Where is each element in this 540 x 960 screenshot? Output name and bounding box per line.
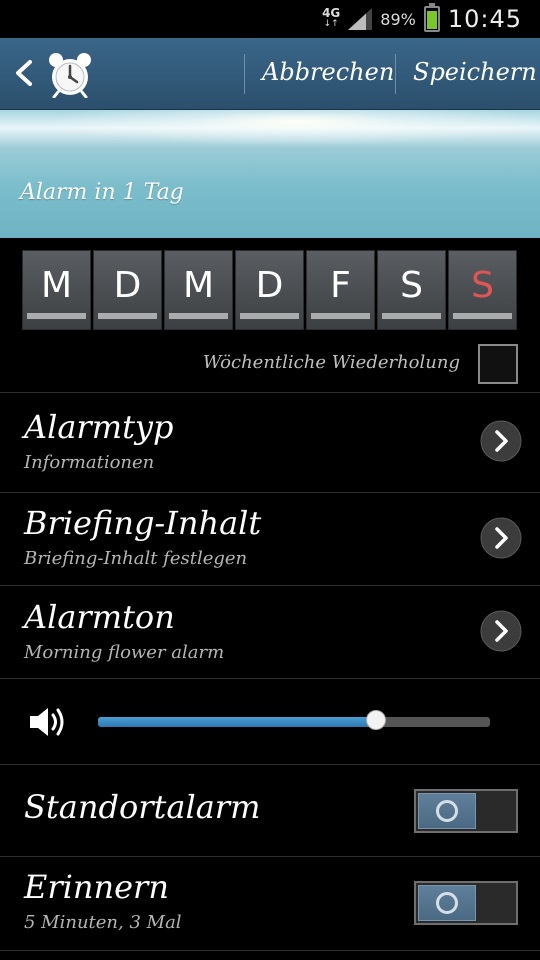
day-label: F bbox=[330, 265, 351, 306]
day-label: S bbox=[400, 265, 423, 306]
signal-icon bbox=[348, 8, 373, 30]
day-indicator bbox=[240, 313, 299, 319]
setting-subtitle: Morning flower alarm bbox=[24, 642, 225, 663]
toggle-off-icon bbox=[436, 892, 458, 914]
divider bbox=[0, 585, 540, 586]
setting-title: Alarmton bbox=[24, 598, 175, 636]
day-button-sunday[interactable]: S bbox=[448, 250, 517, 330]
day-indicator bbox=[169, 313, 228, 319]
day-label: S bbox=[471, 265, 494, 306]
volume-slider-thumb[interactable] bbox=[366, 710, 387, 730]
setting-title: Briefing-Inhalt bbox=[24, 504, 262, 542]
setting-subtitle: Informationen bbox=[24, 452, 155, 473]
divider bbox=[0, 392, 540, 393]
day-button-friday[interactable]: F bbox=[306, 250, 375, 330]
chevron-right-icon[interactable] bbox=[480, 610, 522, 652]
toggle-knob bbox=[418, 885, 476, 921]
save-button[interactable]: Speichern bbox=[413, 58, 537, 86]
day-button-monday[interactable]: M bbox=[22, 250, 91, 330]
erinnern-toggle[interactable] bbox=[414, 881, 518, 925]
day-button-tuesday[interactable]: D bbox=[93, 250, 162, 330]
chevron-right-icon[interactable] bbox=[480, 517, 522, 559]
setting-title: Alarmtyp bbox=[24, 408, 174, 446]
chevron-left-icon[interactable] bbox=[12, 56, 36, 90]
day-label: D bbox=[113, 265, 142, 306]
day-button-thursday[interactable]: D bbox=[235, 250, 304, 330]
network-indicator: 4G ↓↑ bbox=[322, 6, 341, 30]
divider bbox=[0, 492, 540, 493]
day-indicator bbox=[98, 313, 157, 319]
action-bar: Abbrechen Speichern bbox=[0, 38, 540, 110]
toggle-off-icon bbox=[436, 800, 458, 822]
speaker-icon bbox=[30, 708, 64, 736]
toggle-knob bbox=[418, 793, 476, 829]
network-type: 4G bbox=[322, 6, 341, 20]
data-arrows-icon: ↓↑ bbox=[323, 19, 339, 29]
day-button-wednesday[interactable]: M bbox=[164, 250, 233, 330]
divider bbox=[0, 764, 540, 765]
day-button-saturday[interactable]: S bbox=[377, 250, 446, 330]
banner-sky-image bbox=[0, 110, 540, 150]
divider bbox=[0, 856, 540, 857]
alarm-countdown-text: Alarm in 1 Tag bbox=[20, 180, 184, 205]
battery-icon bbox=[423, 3, 440, 32]
volume-fill bbox=[98, 717, 377, 727]
day-indicator bbox=[311, 313, 370, 319]
day-indicator bbox=[382, 313, 441, 319]
actionbar-divider bbox=[244, 54, 245, 94]
setting-title: Erinnern bbox=[24, 868, 169, 906]
status-bar: 4G ↓↑ 89% 10:45 bbox=[0, 0, 540, 38]
volume-slider[interactable] bbox=[98, 717, 490, 727]
day-indicator bbox=[453, 313, 512, 319]
day-label: M bbox=[40, 265, 73, 306]
divider bbox=[0, 678, 540, 679]
alarm-clock-icon bbox=[49, 53, 91, 98]
battery-level-fill bbox=[426, 11, 437, 29]
divider bbox=[0, 950, 540, 951]
alarm-banner: Alarm in 1 Tag bbox=[0, 110, 540, 238]
setting-subtitle: Briefing-Inhalt festlegen bbox=[24, 548, 248, 569]
battery-percent: 89% bbox=[380, 9, 416, 29]
standortalarm-toggle[interactable] bbox=[414, 789, 518, 833]
weekly-repeat-label: Wöchentliche Wiederholung bbox=[202, 352, 460, 373]
weekly-repeat-checkbox[interactable] bbox=[478, 344, 518, 384]
setting-title: Standortalarm bbox=[24, 788, 261, 826]
day-indicator bbox=[27, 313, 86, 319]
cancel-button[interactable]: Abbrechen bbox=[262, 58, 394, 86]
day-label: M bbox=[182, 265, 215, 306]
chevron-right-icon[interactable] bbox=[480, 420, 522, 462]
status-clock: 10:45 bbox=[447, 5, 522, 33]
actionbar-divider bbox=[395, 54, 396, 94]
day-label: D bbox=[255, 265, 284, 306]
setting-subtitle: 5 Minuten, 3 Mal bbox=[24, 912, 182, 933]
weekday-selector: M D M D F S S bbox=[22, 250, 517, 330]
